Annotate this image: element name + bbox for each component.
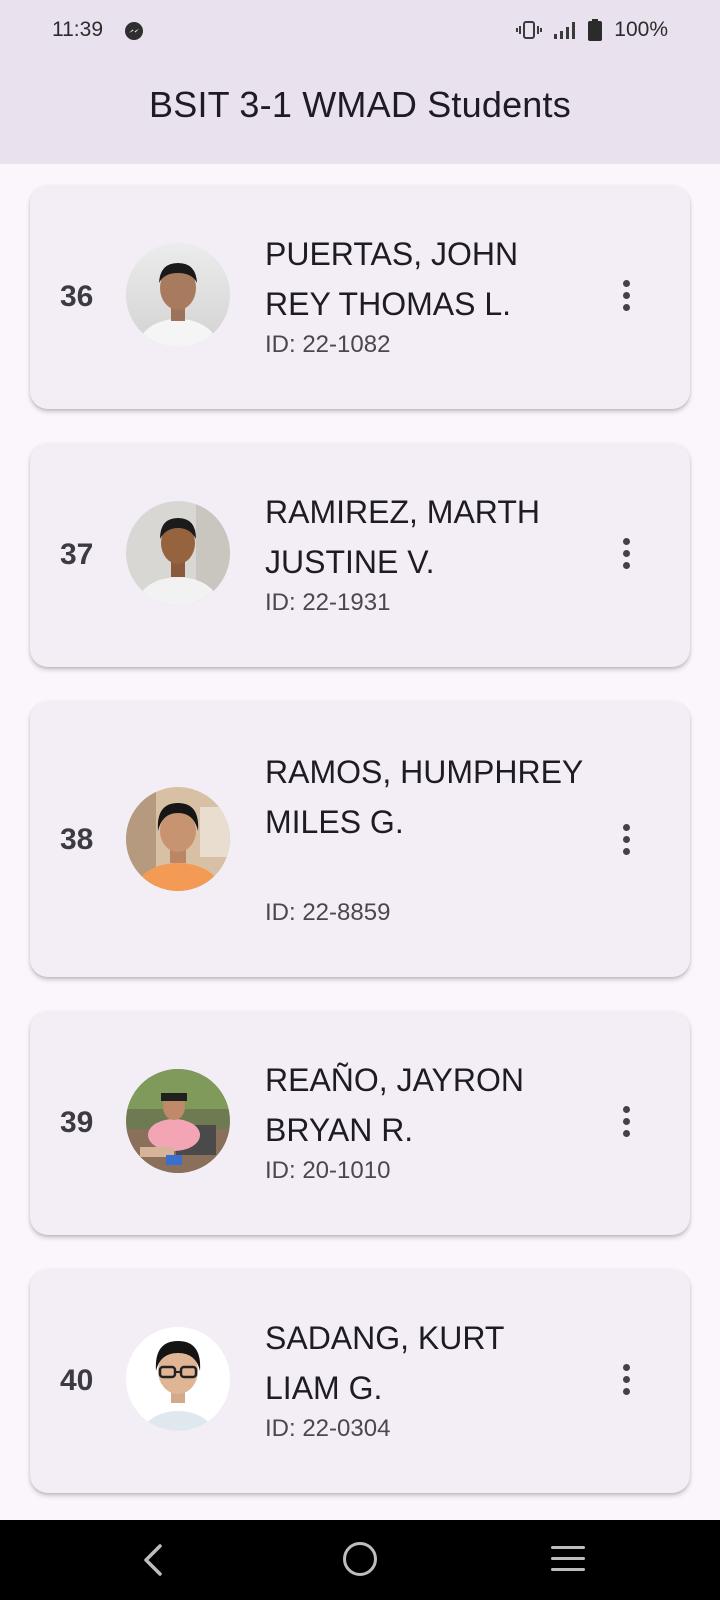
status-bar: 11:39 100% [0,0,720,62]
top-app-bar: 11:39 100% BSIT 3-1 WMAD Students [0,0,720,164]
signal-icon [554,22,576,39]
student-avatar [126,1327,230,1431]
more-options-icon[interactable] [612,819,640,859]
student-number: 39 [60,1106,94,1139]
student-name: RAMOS, HUMPHREY MILES G. [265,754,583,840]
recents-icon[interactable] [551,1546,585,1579]
student-name: SADANG, KURT LIAM G. [265,1320,504,1406]
student-id: ID: 20-1010 [265,1157,391,1184]
battery-icon [588,19,603,41]
vibrate-icon [516,21,543,39]
student-id: ID: 22-1082 [265,331,391,358]
messenger-icon [125,22,143,40]
student-id: ID: 22-0304 [265,1415,391,1442]
back-icon[interactable] [140,1542,164,1578]
student-name: PUERTAS, JOHN REY THOMAS L. [265,236,519,322]
student-avatar [126,787,230,891]
more-options-icon[interactable] [612,533,640,573]
more-options-icon[interactable] [612,275,640,315]
student-name: RAMIREZ, MARTH JUSTINE V. [265,494,540,580]
more-options-icon[interactable] [612,1359,640,1399]
student-card[interactable]: 38 RAMOS, HUMPHREY MILES G. ID: 22-8859 [30,701,690,977]
student-id: ID: 22-8859 [265,899,391,926]
student-number: 37 [60,538,94,571]
status-time: 11:39 [52,18,103,41]
system-nav-bar [0,1520,720,1600]
student-card[interactable]: 39 REAÑO, JAYRON BRYAN R. ID: 20-1010 [30,1011,690,1235]
status-icons: 100% [516,18,668,42]
student-card[interactable]: 40 SADANG, KURT LIAM G. ID: 22-0304 [30,1269,690,1493]
more-options-icon[interactable] [612,1101,640,1141]
student-card[interactable]: 37 RAMIREZ, MARTH JUSTINE V. ID: 22-1931 [30,443,690,667]
student-number: 40 [60,1364,94,1397]
student-name: REAÑO, JAYRON BRYAN R. [265,1062,524,1148]
screen: 11:39 100% BSIT 3-1 WMAD Students 36 PUE… [0,0,720,1600]
student-id: ID: 22-1931 [265,589,391,616]
student-number: 38 [60,823,94,856]
student-avatar [126,501,230,605]
student-avatar [126,1069,230,1173]
student-avatar [126,243,230,347]
home-icon[interactable] [343,1542,377,1576]
page-title: BSIT 3-1 WMAD Students [149,84,571,125]
student-number: 36 [60,280,94,313]
battery-percent: 100% [614,18,668,41]
student-card[interactable]: 36 PUERTAS, JOHN REY THOMAS L. ID: 22-10… [30,185,690,409]
